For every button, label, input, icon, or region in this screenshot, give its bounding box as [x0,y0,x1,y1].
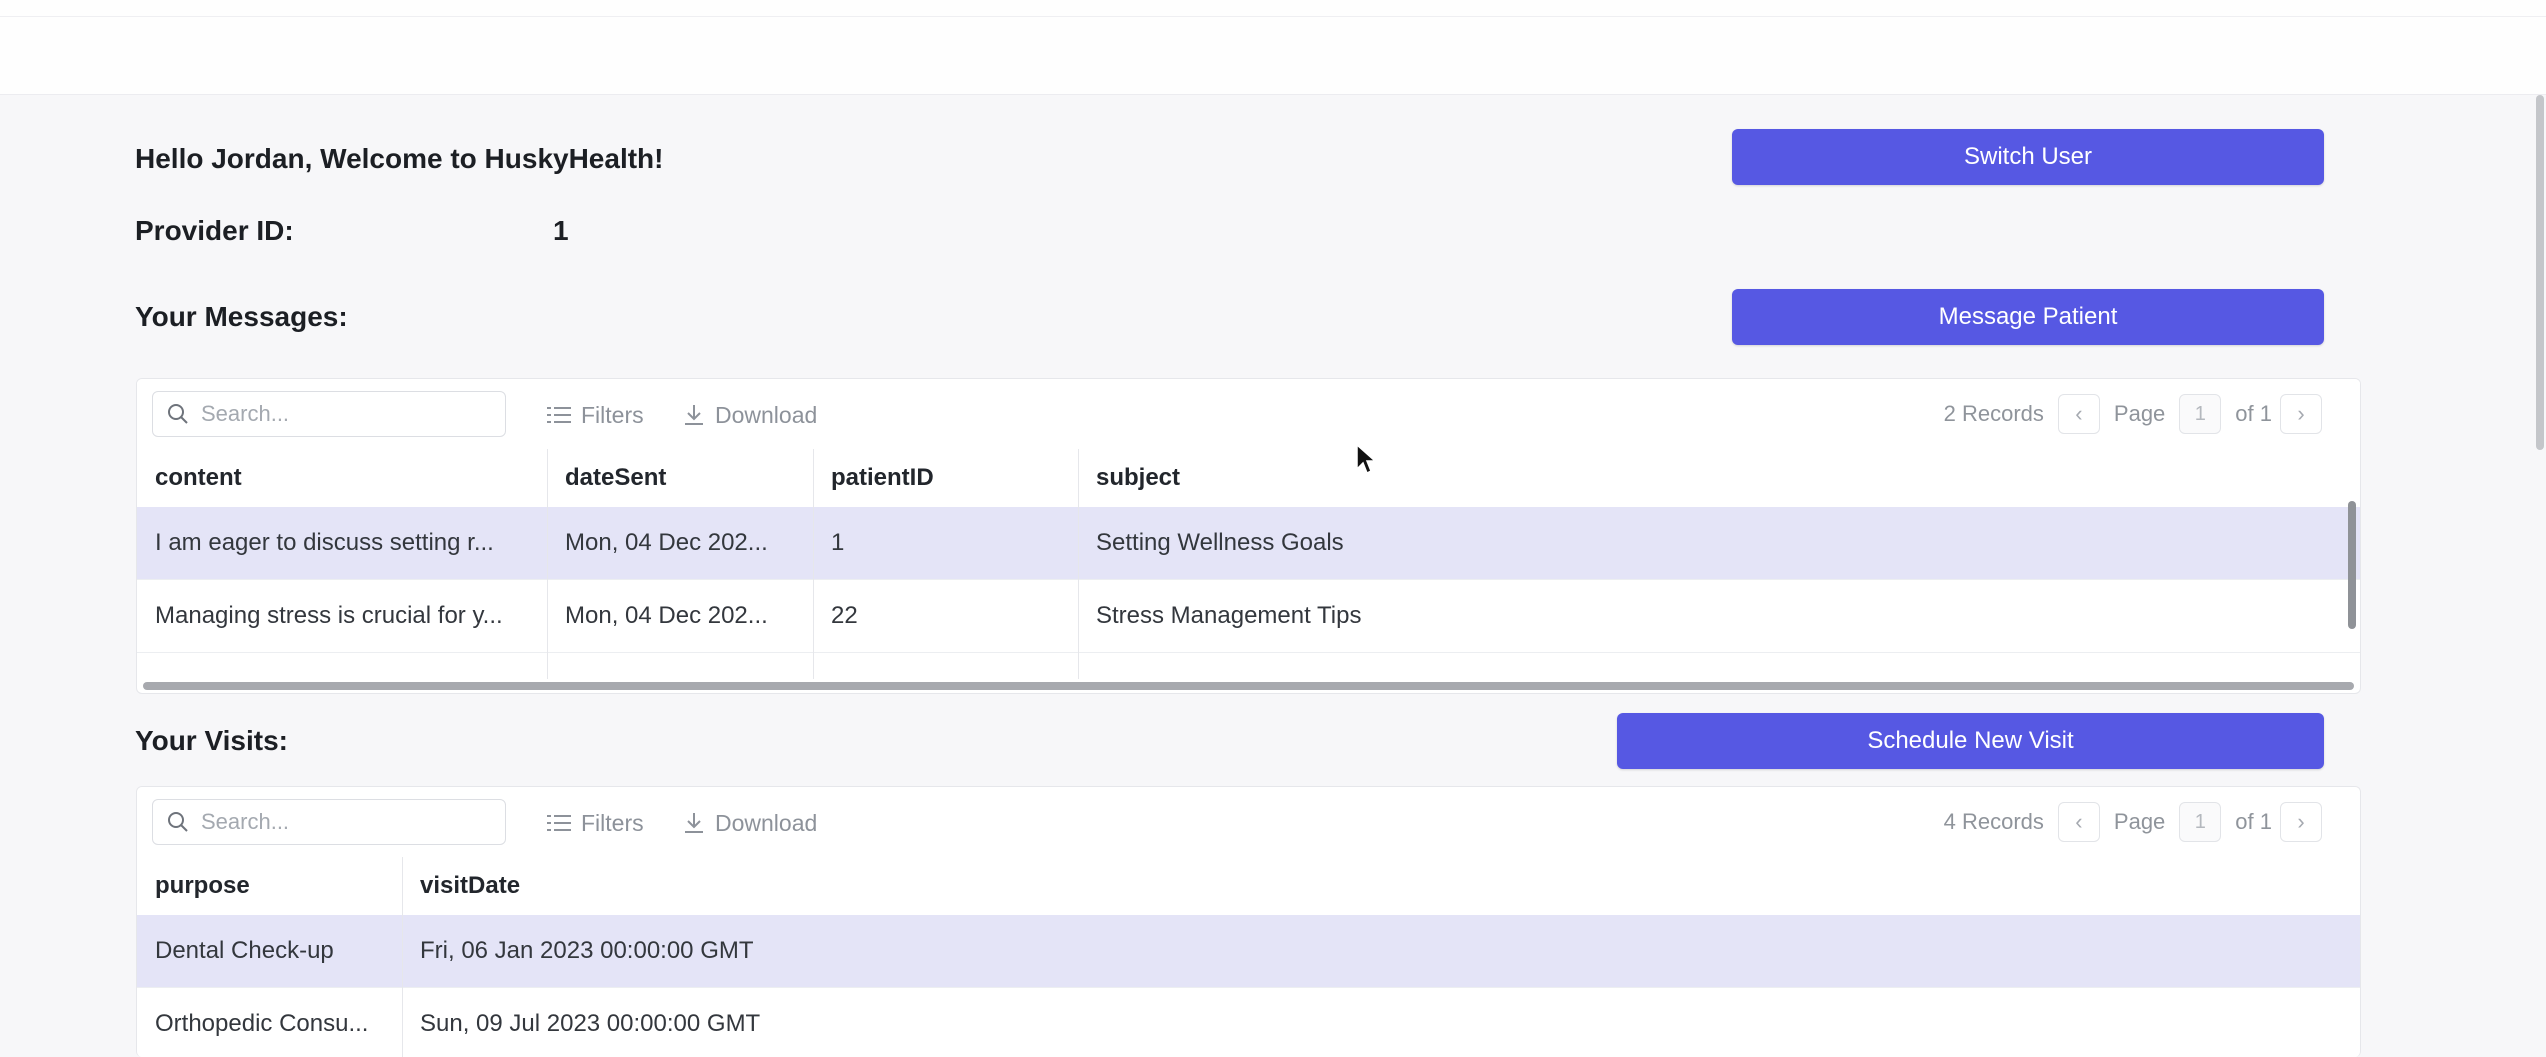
visits-page-of: of 1 [2235,809,2272,834]
messages-page-input[interactable]: 1 [2179,394,2222,434]
visit-date-cell: Fri, 06 Jan 2023 00:00:00 GMT [420,937,754,964]
messages-grid: content dateSent patientID subject I am … [137,449,2360,679]
visits-download-label: Download [715,809,818,836]
table-row[interactable]: I am eager to discuss setting r... Mon, … [137,507,2360,580]
mouse-cursor-icon [1356,443,1377,475]
top-bar [0,0,2546,95]
message-patient-button[interactable]: Message Patient [1732,289,2324,345]
column-header-purpose[interactable]: purpose [137,857,402,915]
visits-page-input[interactable]: 1 [2179,802,2222,842]
messages-search-input[interactable] [199,392,493,436]
message-content-cell: Managing stress is crucial for y... [155,602,503,629]
visits-table: Filters Download 4 Records ‹ Page 1 of 1… [136,786,2361,1057]
messages-vertical-scrollbar[interactable] [2348,501,2356,629]
provider-id-value: 1 [553,215,569,246]
visits-page-label: Page [2113,809,2166,834]
download-icon [685,405,703,425]
search-icon [168,404,188,424]
visits-search[interactable] [152,799,506,845]
visits-filters-button[interactable]: Filters [547,809,644,837]
message-patientid-cell: 22 [831,602,858,629]
visits-search-input[interactable] [199,800,493,844]
visits-prev-page-button[interactable]: ‹ [2057,802,2100,842]
message-patientid-cell: 1 [831,529,845,556]
schedule-new-visit-button[interactable]: Schedule New Visit [1617,713,2324,769]
chevron-right-icon: › [2297,401,2305,426]
visits-header-row: purpose visitDate [137,857,2360,916]
messages-record-count: 2 Records [1943,401,2044,426]
column-header-subject[interactable]: subject [1078,449,2348,507]
messages-toolbar: Filters Download 2 Records ‹ Page 1 of 1… [137,379,2360,450]
messages-pagination: 2 Records ‹ Page 1 of 1 › [1944,393,2322,435]
table-row[interactable]: Orthopedic Consu... Sun, 09 Jul 2023 00:… [137,988,2360,1057]
column-divider [402,857,403,1057]
visit-purpose-cell: Orthopedic Consu... [155,1010,369,1037]
filter-icon [547,815,571,831]
messages-search[interactable] [152,391,506,437]
messages-prev-page-button[interactable]: ‹ [2057,394,2100,434]
chevron-left-icon: ‹ [2075,401,2083,426]
messages-page-of: of 1 [2235,401,2272,426]
provider-id-label: Provider ID: [135,215,294,246]
message-date-cell: Mon, 04 Dec 202... [565,602,768,629]
visits-heading: Your Visits: [135,725,289,756]
column-header-patientid[interactable]: patientID [813,449,1078,507]
filter-icon [547,407,571,423]
message-content-cell: I am eager to discuss setting r... [155,529,494,556]
chevron-left-icon: ‹ [2075,809,2083,834]
visits-download-button[interactable]: Download [683,809,817,837]
column-divider [1078,449,1079,679]
message-subject-cell: Stress Management Tips [1096,602,1362,629]
messages-download-button[interactable]: Download [683,401,817,429]
visits-toolbar: Filters Download 4 Records ‹ Page 1 of 1… [137,787,2360,858]
chevron-right-icon: › [2297,809,2305,834]
visits-filters-label: Filters [581,809,644,836]
column-header-datesent[interactable]: dateSent [547,449,813,507]
messages-next-page-button[interactable]: › [2280,394,2322,434]
message-subject-cell: Setting Wellness Goals [1096,529,1344,556]
top-divider [0,16,2546,17]
search-icon [168,812,188,832]
messages-filters-label: Filters [581,401,644,428]
messages-horizontal-scrollbar[interactable] [143,682,2354,690]
visits-record-count: 4 Records [1943,809,2044,834]
visit-date-cell: Sun, 09 Jul 2023 00:00:00 GMT [420,1010,761,1037]
messages-table: Filters Download 2 Records ‹ Page 1 of 1… [136,378,2361,694]
table-row[interactable]: Dental Check-up Fri, 06 Jan 2023 00:00:0… [137,915,2360,988]
visits-next-page-button[interactable]: › [2280,802,2322,842]
messages-header-row: content dateSent patientID subject [137,449,2360,508]
messages-page-label: Page [2113,401,2166,426]
table-row[interactable]: Managing stress is crucial for y... Mon,… [137,580,2360,653]
messages-filters-button[interactable]: Filters [547,401,644,429]
visits-pagination: 4 Records ‹ Page 1 of 1 › [1944,801,2322,843]
column-divider [547,449,548,679]
visit-purpose-cell: Dental Check-up [155,937,334,964]
visits-grid: purpose visitDate Dental Check-up Fri, 0… [137,857,2360,1057]
switch-user-button[interactable]: Switch User [1732,129,2324,185]
page-scrollbar[interactable] [2536,95,2544,450]
welcome-heading: Hello Jordan, Welcome to HuskyHealth! [135,143,664,174]
messages-download-label: Download [715,401,818,428]
message-date-cell: Mon, 04 Dec 202... [565,529,768,556]
column-header-content[interactable]: content [137,449,547,507]
messages-heading: Your Messages: [135,301,348,332]
app-container: Hello Jordan, Welcome to HuskyHealth! Sw… [0,95,2546,1057]
column-header-visitdate[interactable]: visitDate [402,857,2352,915]
download-icon [685,813,703,833]
column-divider [813,449,814,679]
